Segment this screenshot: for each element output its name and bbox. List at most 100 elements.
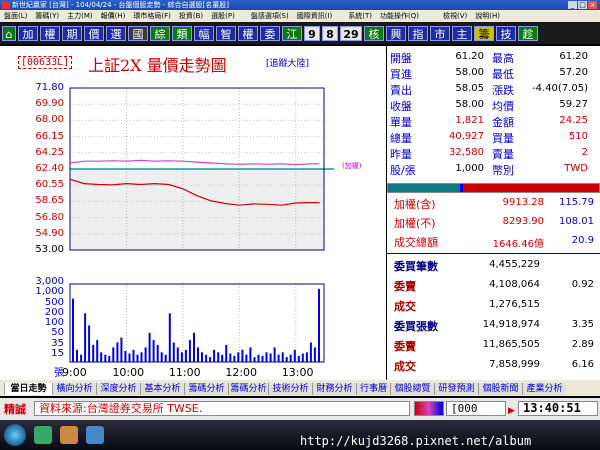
tab-0[interactable]: 當日走勢 (4, 383, 52, 395)
tab-6[interactable]: 技術分析 (268, 383, 312, 395)
volume-bar (297, 355, 300, 362)
taskbar-app-icon[interactable] (60, 426, 78, 444)
tab-2[interactable]: 深度分析 (96, 383, 140, 395)
code-field[interactable]: [000 (446, 401, 506, 416)
toolbar-button[interactable]: 籌 (474, 26, 494, 41)
taskbar-app-icon[interactable] (86, 426, 104, 444)
toolbar-num-button[interactable]: 9 (304, 26, 320, 41)
data-source: 資料來源:台灣證券交易所 TWSE. (34, 401, 410, 416)
stat-label: 委賣 (394, 340, 416, 353)
menu-item[interactable]: 投資(B) (179, 12, 203, 20)
volume-bar (201, 352, 203, 363)
volume-bar (120, 337, 123, 362)
toolbar-button[interactable]: 選 (106, 26, 126, 41)
toolbar-button[interactable]: 市 (430, 26, 450, 41)
toolbar-num-button[interactable]: 8 (322, 26, 338, 41)
tab-8[interactable]: 行事曆 (356, 383, 390, 395)
tab-3[interactable]: 基本分析 (140, 383, 184, 395)
volume-bar (237, 352, 240, 363)
menu-item[interactable]: 檢視(V) (443, 12, 467, 20)
signal-indicator (414, 401, 444, 416)
tab-1[interactable]: 橫向分析 (52, 383, 96, 395)
toolbar-button[interactable]: 趁 (518, 26, 538, 41)
quote-label: 最高 (492, 52, 514, 65)
quote-label: 收盤 (390, 100, 412, 113)
volume-bar (96, 340, 99, 362)
volume-bar (277, 354, 280, 362)
toolbar-button[interactable]: 國 (128, 26, 148, 41)
toolbar-button[interactable]: 期 (62, 26, 82, 41)
volume-bar (124, 351, 127, 362)
volume-bar (132, 349, 135, 362)
tab-9[interactable]: 個股總覽 (390, 383, 434, 395)
toolbar-button[interactable]: 主 (452, 26, 472, 41)
menu-item[interactable]: 盤感選項(S) (251, 12, 289, 20)
menu-item[interactable]: 籌碼(Y) (35, 12, 59, 20)
quote-value: 2 (581, 147, 588, 158)
toolbar-button[interactable]: 技 (496, 26, 516, 41)
toolbar-button[interactable]: 綜 (150, 26, 170, 41)
volume-bar (233, 355, 236, 362)
taskbar-app-icon[interactable] (34, 426, 52, 444)
toolbar-button[interactable]: 智 (216, 26, 236, 41)
clock: 13:40:51 (518, 401, 598, 416)
menu-item[interactable]: 國際資訊(I) (297, 12, 333, 20)
toolbar-button[interactable]: 委 (260, 26, 280, 41)
volume-bar (265, 352, 268, 363)
volume-bar (229, 353, 232, 362)
minimize-icon[interactable]: _ (568, 1, 577, 9)
quote-label: 賣量 (492, 148, 514, 161)
stat-value: 4,455,229 (489, 259, 540, 270)
toolbar-num-button[interactable]: 29 (340, 26, 362, 41)
menu-item[interactable]: 系統(T) (348, 12, 372, 20)
quote-value: 32,580 (449, 147, 484, 158)
tab-10[interactable]: 研發預測 (434, 383, 478, 395)
menu-item[interactable]: 主力(M) (67, 12, 93, 20)
tab-11[interactable]: 個股新聞 (478, 383, 522, 395)
index-value: 1646.46億 (492, 239, 544, 250)
volume-bar (136, 354, 139, 362)
toolbar-button[interactable]: 興 (386, 26, 406, 41)
menu-item[interactable]: 報價(H) (101, 12, 126, 20)
menu-item[interactable]: 說明(H) (475, 12, 500, 20)
toolbar-button[interactable]: 類 (172, 26, 192, 41)
quote-label: 股/張 (390, 164, 416, 177)
arrow-icon[interactable]: ▶ (508, 406, 515, 416)
volume-bar (281, 352, 284, 363)
tab-5[interactable]: 籌碼分析 (228, 383, 268, 395)
tab-12[interactable]: 產業分析 (522, 383, 566, 395)
start-icon[interactable] (4, 424, 26, 446)
menu-item[interactable]: 環市格局(F) (133, 12, 171, 20)
menu-item[interactable]: 選股(P) (211, 12, 235, 20)
stat-value: 14,918,974 (482, 319, 540, 330)
toolbar-button[interactable]: 加 (18, 26, 38, 41)
watermark-url: http://kujd3268.pixnet.net/album (300, 434, 532, 448)
toolbar-button[interactable]: 權 (40, 26, 60, 41)
maximize-icon[interactable]: □ (578, 1, 587, 9)
menu-item[interactable]: 功能操作(Q) (380, 12, 419, 20)
toolbar-button[interactable]: 幅 (194, 26, 214, 41)
home-icon[interactable]: ⌂ (2, 26, 16, 41)
volume-bar (184, 349, 187, 362)
quote-value: 510 (568, 131, 588, 142)
toolbar-button[interactable]: 核 (364, 26, 384, 41)
toolbar-button[interactable]: 權 (238, 26, 258, 41)
price-volume-chart[interactable] (0, 46, 386, 380)
toolbar-button[interactable]: 指 (408, 26, 428, 41)
quote-value: 59.27 (559, 99, 588, 110)
volume-bar (148, 332, 151, 363)
quote-value: 57.20 (559, 67, 588, 78)
toolbar-button[interactable]: 價 (84, 26, 104, 41)
index-value: 8293.90 (502, 216, 544, 227)
volume-bar (176, 347, 179, 362)
close-icon[interactable]: × (588, 1, 597, 9)
menu-item[interactable]: 盤面(L) (4, 12, 27, 20)
index-change: 108.01 (559, 216, 594, 227)
window-title: 新世紀贏家 [台灣] - 104/04/24 - 台盤個股走勢 - 綜合自選股[… (12, 1, 229, 9)
tab-7[interactable]: 財務分析 (312, 383, 356, 395)
stat-label: 委買筆數 (394, 260, 438, 273)
tab-4[interactable]: 籌碼分析 (184, 383, 228, 395)
toolbar-button[interactable]: 江 (282, 26, 302, 41)
window-titlebar: 新世紀贏家 [台灣] - 104/04/24 - 台盤個股走勢 - 綜合自選股[… (0, 0, 600, 10)
quote-value: 58.00 (455, 67, 484, 78)
